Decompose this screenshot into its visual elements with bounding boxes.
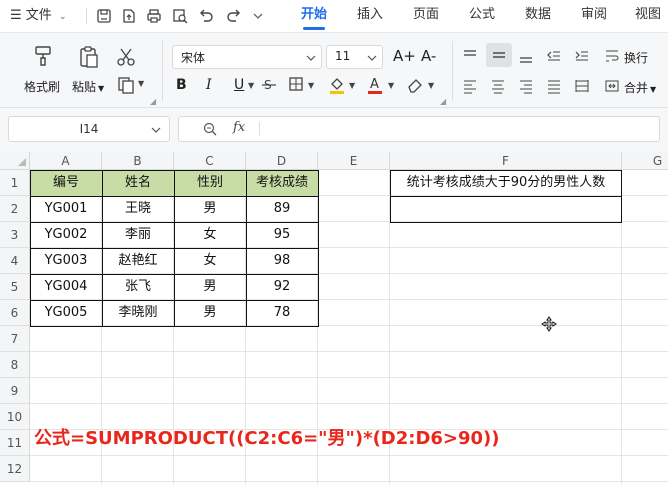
align-left-icon[interactable] (462, 78, 478, 94)
align-right-icon[interactable] (518, 78, 534, 94)
distributed-align-icon[interactable] (574, 78, 590, 94)
paste-label: 粘贴 (72, 80, 97, 94)
font-name-value: 宋体 (181, 51, 206, 65)
wrap-text-button[interactable]: 换行 (624, 49, 648, 66)
decrease-indent-icon[interactable] (546, 48, 562, 64)
justify-icon[interactable] (546, 78, 562, 94)
caret-down-icon[interactable]: ▼ (308, 81, 314, 90)
criteria-label-cell[interactable]: 统计考核成绩大于90分的男性人数 (390, 170, 622, 196)
font-color-icon[interactable]: A (366, 75, 384, 95)
move-cursor-icon (541, 316, 557, 332)
dialog-launcher-icon[interactable]: ◢ (150, 97, 156, 106)
result-cell[interactable] (390, 196, 622, 222)
font-size-value: 11 (335, 49, 351, 63)
print-icon[interactable] (146, 8, 162, 24)
chevron-down-icon: ⌄ (58, 12, 67, 22)
chevron-down-icon[interactable] (252, 8, 264, 24)
redo-icon[interactable] (226, 8, 242, 24)
file-menu-label: ☰ 文件 (10, 8, 52, 23)
caret-down-icon[interactable]: ▼ (428, 81, 434, 90)
font-grow-button[interactable]: A+ (393, 47, 416, 65)
fx-icon[interactable]: fx (233, 120, 245, 135)
align-middle-icon (493, 52, 505, 58)
italic-button[interactable]: I (206, 77, 212, 93)
font-shrink-button[interactable]: A- (421, 47, 436, 65)
align-bottom-icon[interactable] (518, 48, 534, 64)
format-painter-icon[interactable] (33, 45, 53, 67)
save-icon[interactable] (96, 8, 112, 24)
svg-text:A: A (370, 77, 379, 92)
tab-data[interactable]: 数据 (516, 0, 560, 32)
file-menu[interactable]: ☰ 文件 ⌄ (10, 0, 66, 32)
tab-formulas[interactable]: 公式 (460, 0, 504, 32)
tab-home[interactable]: 开始 (292, 0, 336, 32)
merge-cells-icon[interactable] (604, 78, 620, 94)
caret-down-icon[interactable]: ▼ (388, 81, 394, 90)
cell-reference: I14 (79, 122, 99, 136)
increase-indent-icon[interactable] (574, 48, 590, 64)
align-top-icon[interactable] (462, 48, 478, 64)
caret-down-icon[interactable]: ▼ (349, 81, 355, 90)
chevron-down-icon (306, 55, 316, 61)
formula-input-area[interactable]: fx (178, 116, 660, 142)
print-preview-icon[interactable] (172, 8, 188, 24)
caret-down-icon: ▼ (650, 85, 657, 94)
export-icon[interactable] (121, 8, 137, 24)
copy-icon[interactable] (116, 75, 136, 95)
spreadsheet-app: ☰ 文件 ⌄ 开始 插入 页面 公式 数据 审阅 视图 格式刷 粘贴▼ ▼ ◢ (0, 0, 668, 485)
bold-button[interactable]: B (176, 77, 187, 93)
zoom-search-icon[interactable] (203, 122, 217, 136)
caret-down-icon[interactable]: ▼ (248, 81, 254, 90)
formula-bar: I14 fx (0, 108, 668, 152)
cut-icon[interactable] (116, 47, 136, 67)
paste-button[interactable]: 粘贴 ▼ (72, 78, 104, 95)
font-size-select[interactable]: 11 (326, 45, 383, 69)
border-icon[interactable] (288, 76, 304, 92)
ribbon-toolbar: 格式刷 粘贴 ▼ ▼ ◢ 宋体 11 A+ A- B I U ▼ S ▼ ▼ A … (0, 32, 668, 108)
underline-button[interactable]: U (234, 77, 244, 93)
dialog-launcher-icon[interactable]: ◢ (440, 97, 446, 106)
align-center-icon[interactable] (490, 78, 506, 94)
eraser-icon[interactable] (406, 76, 424, 94)
tab-view[interactable]: 视图 (626, 0, 668, 32)
font-name-select[interactable]: 宋体 (172, 45, 322, 69)
name-box[interactable]: I14 (8, 116, 170, 142)
tab-review[interactable]: 审阅 (572, 0, 616, 32)
merge-cells-label: 合并 (624, 81, 649, 95)
wrap-text-icon[interactable] (604, 48, 620, 64)
chevron-down-icon (367, 55, 377, 61)
worksheet-grid[interactable]: A B C D E F G 1 2 3 4 5 6 7 8 9 10 11 12… (0, 152, 668, 485)
format-painter-label[interactable]: 格式刷 (24, 78, 60, 95)
strikethrough-icon[interactable]: S (260, 76, 278, 94)
menu-bar: ☰ 文件 ⌄ 开始 插入 页面 公式 数据 审阅 视图 (0, 0, 668, 32)
undo-icon[interactable] (198, 8, 214, 24)
tab-page[interactable]: 页面 (404, 0, 448, 32)
caret-down-icon[interactable]: ▼ (138, 79, 144, 88)
fill-color-icon[interactable] (328, 75, 346, 95)
caret-down-icon: ▼ (98, 84, 105, 93)
chevron-down-icon (151, 127, 161, 133)
formula-annotation: 公式=SUMPRODUCT((C2:C6="男")*(D2:D6>90)) (34, 428, 500, 449)
merge-cells-button[interactable]: 合并 ▼ (624, 79, 656, 96)
align-middle-button[interactable] (486, 43, 512, 67)
tab-insert[interactable]: 插入 (348, 0, 392, 32)
paste-icon[interactable] (78, 45, 100, 69)
